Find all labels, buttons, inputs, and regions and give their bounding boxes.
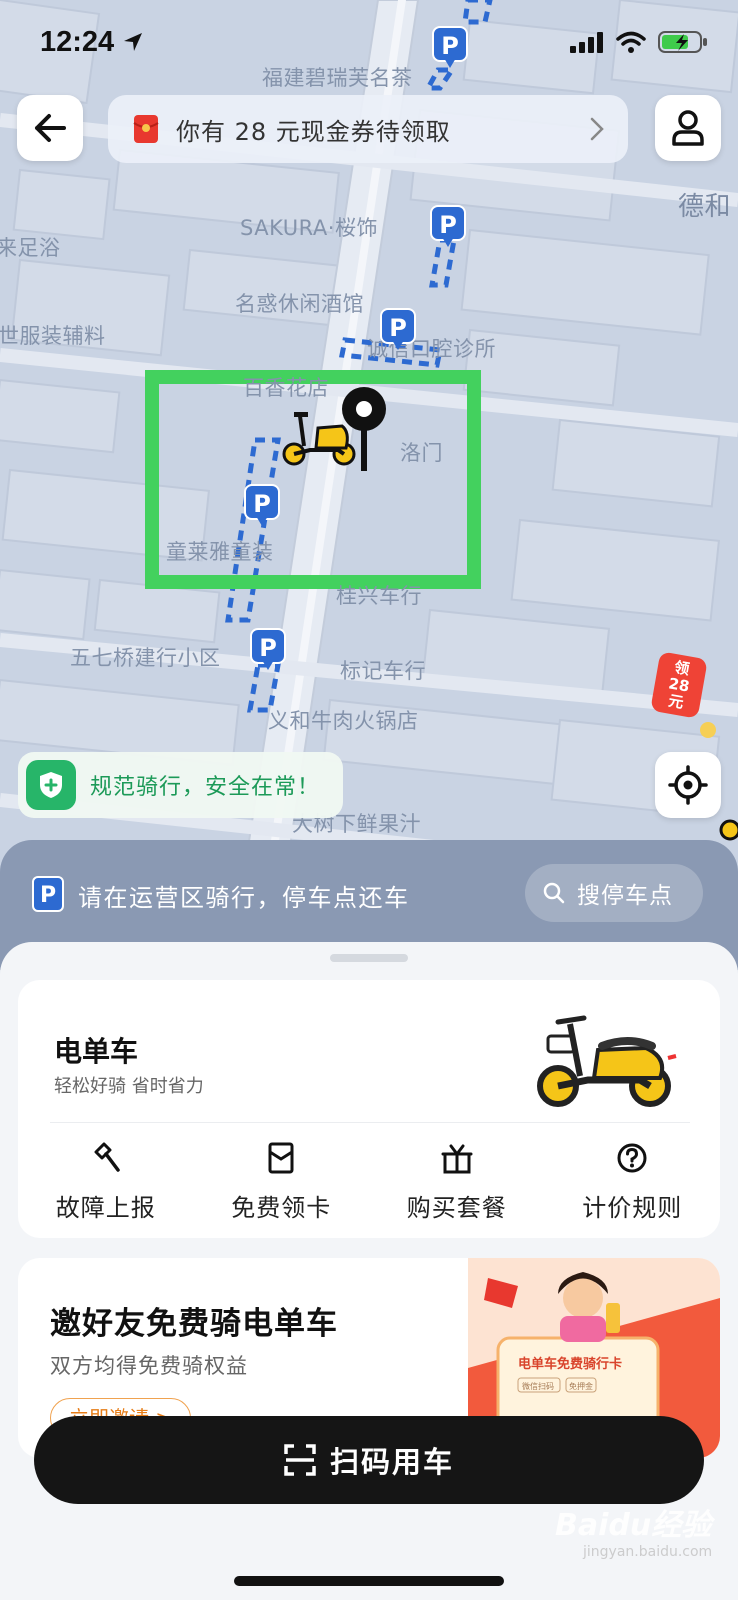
free-card-label: 免费领卡	[231, 1194, 332, 1222]
report-fault-label: 故障上报	[55, 1194, 156, 1222]
map-poi-label: 德和	[678, 192, 732, 222]
chevron-right-icon	[590, 117, 604, 141]
red-coupon-badge[interactable]: 领 28 元	[650, 651, 708, 719]
question-icon	[617, 1143, 647, 1173]
notice-text: 请在运营区骑行，停车点还车	[78, 884, 410, 912]
map-poi-label: SAKURA·桜饰	[240, 216, 378, 240]
battery-charging-icon	[658, 31, 707, 53]
ebike-card: 电单车 轻松好骑 省时省力 故障上报 免费领卡 购买套餐 计价规则	[18, 980, 720, 1238]
map-poi-label: 名惑休闲酒馆	[235, 292, 364, 316]
invite-subtitle: 双方均得免费骑权益	[50, 1354, 248, 1378]
report-fault-button[interactable]: 故障上报	[18, 1140, 194, 1223]
promo-card-title: 电单车免费骑行卡	[518, 1356, 622, 1372]
scan-to-ride-label: 扫码用车	[329, 1445, 454, 1479]
free-card-button[interactable]: 免费领卡	[194, 1140, 370, 1223]
hammer-icon	[94, 1142, 120, 1172]
map-poi-label: 义和牛肉火锅店	[268, 709, 419, 733]
home-indicator[interactable]	[234, 1576, 504, 1586]
search-icon	[543, 882, 565, 904]
sheet-drag-handle[interactable]	[330, 954, 408, 962]
ebike-illustration	[537, 1015, 677, 1107]
search-parking-button[interactable]: 搜停车点	[525, 864, 703, 922]
safety-banner[interactable]: 规范骑行，安全在常！	[18, 752, 343, 818]
parking-pin-icon[interactable]: P	[250, 628, 286, 674]
locate-me-button[interactable]	[655, 752, 721, 818]
promo-tag: 免押金	[569, 1381, 593, 1391]
scan-to-ride-button[interactable]: 扫码用车	[34, 1416, 704, 1504]
card-divider	[50, 1122, 690, 1123]
coupon-text: 你有 28 元现金券待领取	[176, 117, 451, 146]
wifi-icon	[616, 31, 646, 53]
card-icon	[268, 1142, 294, 1174]
ebike-subtitle: 轻松好骑 省时省力	[54, 1076, 204, 1097]
red-envelope-icon	[133, 115, 159, 143]
map-poi-label: 童莱雅童装	[166, 540, 274, 564]
map-poi-label: 世服装辅料	[0, 324, 106, 348]
buy-package-button[interactable]: 购买套餐	[369, 1140, 545, 1223]
watermark-brand: Baidu经验	[555, 1508, 712, 1543]
map-poi-label: 百香花店	[243, 376, 329, 400]
safety-text: 规范骑行，安全在常！	[90, 775, 321, 800]
status-time: 12:24	[40, 26, 115, 58]
parking-p-icon: P	[32, 876, 64, 912]
gift-icon	[441, 1144, 473, 1174]
parking-pin-icon[interactable]: P	[430, 205, 466, 251]
watermark-site: jingyan.baidu.com	[583, 1544, 713, 1560]
crosshair-icon	[668, 765, 708, 805]
parking-pin-icon[interactable]: P	[380, 308, 416, 354]
coupon-banner[interactable]: 你有 28 元现金券待领取	[108, 95, 628, 163]
signal-icon	[570, 32, 603, 53]
buy-package-label: 购买套餐	[406, 1194, 507, 1222]
baidu-watermark: Baidu经验 jingyan.baidu.com	[555, 1500, 712, 1560]
map-poi-label: 标记车行	[340, 659, 426, 683]
pricing-rules-button[interactable]: 计价规则	[545, 1140, 721, 1223]
search-parking-label: 搜停车点	[577, 883, 673, 909]
invite-title: 邀好友免费骑电单车	[50, 1306, 338, 1342]
promo-tag: 微信扫码	[522, 1381, 554, 1391]
back-button[interactable]	[17, 95, 83, 161]
ebike-title: 电单车	[54, 1035, 139, 1068]
map-poi-label: 五七桥建行小区	[70, 646, 221, 670]
parking-pin-icon[interactable]: P	[244, 484, 280, 530]
user-icon	[672, 110, 704, 146]
profile-button[interactable]	[655, 95, 721, 161]
arrow-left-icon	[35, 114, 66, 142]
location-pin-icon	[342, 387, 386, 471]
pricing-rules-label: 计价规则	[582, 1194, 683, 1222]
status-bar: 12:24	[0, 0, 738, 90]
scan-icon	[284, 1444, 316, 1476]
coin-icon	[700, 722, 716, 738]
map-poi-label: 洛门	[400, 441, 443, 465]
map-poi-label: 桂兴车行	[336, 584, 422, 608]
shield-plus-icon	[26, 760, 76, 810]
map-poi-label: 来足浴	[0, 236, 61, 260]
location-arrow-icon	[124, 33, 142, 51]
